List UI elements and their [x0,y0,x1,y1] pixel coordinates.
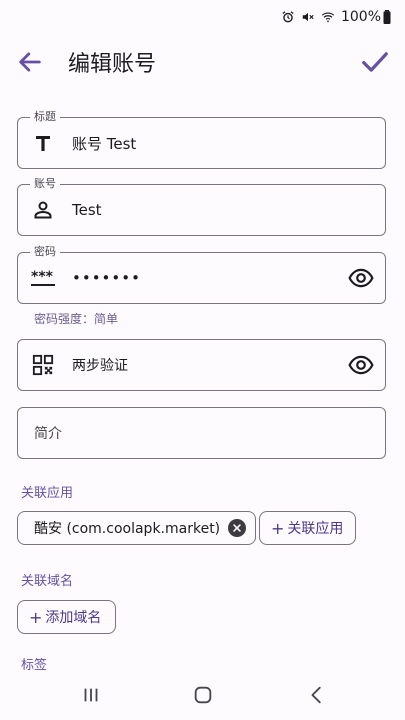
eye-icon [348,355,374,375]
plus-icon: + [29,607,43,627]
back-button[interactable] [14,46,46,78]
password-strength-text: 密码强度：简单 [34,312,119,326]
title-field-value: 账号 Test [72,134,137,153]
password-field[interactable]: 密码 *** ••••••• [17,245,386,304]
account-field-label: 账号 [30,177,60,191]
chevron-left-icon [311,686,321,704]
battery-text: 100% [340,9,381,25]
toggle-twofa-visibility-button[interactable] [347,351,375,379]
toggle-password-visibility-button[interactable] [347,264,375,292]
add-domain-label: 添加域名 [45,610,102,626]
svg-text:***: *** [31,269,54,285]
check-icon [362,52,388,72]
home-button[interactable] [190,682,216,708]
linked-app-chip[interactable]: 酷安 (com.coolapk.market) [17,511,257,545]
person-icon [30,197,56,223]
text-title-icon [30,130,56,156]
plus-icon: + [271,518,285,538]
alarm-icon [281,10,295,24]
intro-field[interactable]: 简介 [17,407,386,459]
linked-app-chip-label: 酷安 (com.coolapk.market) [34,521,221,537]
mute-icon [301,10,315,24]
intro-field-placeholder: 简介 [34,426,62,442]
arrow-back-icon [19,52,41,72]
eye-icon [348,268,374,288]
close-icon [233,524,241,532]
linked-apps-title: 关联应用 [21,486,74,501]
account-field[interactable]: 账号 Test [17,177,386,236]
twofa-field[interactable]: 两步验证 [17,339,386,391]
linked-domains-title: 关联域名 [21,574,74,589]
title-field[interactable]: 标题 账号 Test [17,110,386,169]
account-field-value: Test [72,201,102,219]
add-domain-button[interactable]: + 添加域名 [17,600,117,634]
battery-icon [383,10,391,24]
title-field-label: 标题 [30,110,60,124]
recents-icon [84,688,98,702]
home-icon [194,686,212,704]
save-button[interactable] [359,46,391,78]
password-icon: *** [30,265,56,291]
add-linked-app-label: 关联应用 [287,521,344,537]
password-field-label: 密码 [30,245,60,259]
back-nav-button[interactable] [304,682,330,708]
password-field-value: ••••••• [72,269,141,287]
twofa-field-placeholder: 两步验证 [72,358,128,374]
qr-code-icon [30,352,56,378]
remove-chip-button[interactable] [228,519,247,537]
status-bar: 100% [0,0,405,34]
tags-title: 标签 [21,658,48,670]
page-title: 编辑账号 [68,52,157,77]
wifi-icon [321,10,335,24]
navigation-bar [0,670,405,720]
app-bar: 编辑账号 [0,38,405,86]
add-linked-app-button[interactable]: + 关联应用 [259,511,357,545]
recents-button[interactable] [78,682,104,708]
